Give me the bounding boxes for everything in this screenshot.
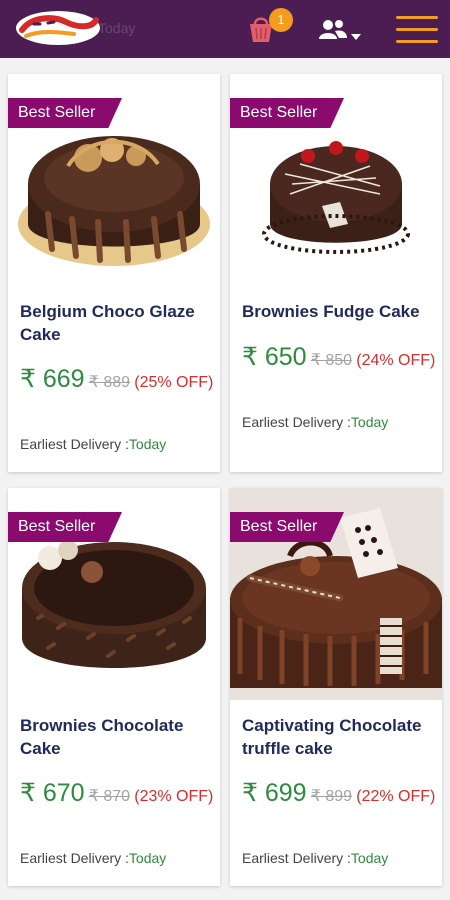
discount-label: (23% OFF): [134, 788, 214, 805]
price-current: ₹ 650: [242, 343, 307, 371]
delivery-label: Earliest Delivery :: [242, 414, 351, 430]
product-card[interactable]: Best Seller Brownies Chocolate Cake ₹ 67…: [8, 488, 220, 886]
best-seller-badge: Best Seller: [230, 98, 344, 128]
app-header: Today 1: [0, 0, 450, 58]
delivery-label: Earliest Delivery :: [20, 436, 129, 452]
delivery-info: Earliest Delivery :Today: [242, 850, 388, 866]
chevron-down-icon[interactable]: [351, 27, 361, 40]
header-ghost-text: Today: [98, 20, 136, 36]
price-block: ₹ 670 ₹ 870 (23% OFF): [20, 776, 216, 814]
cart-count-badge: 1: [269, 8, 293, 32]
delivery-value: Today: [350, 850, 389, 866]
delivery-value: Today: [128, 850, 167, 866]
price-block: ₹ 650 ₹ 850 (24% OFF): [242, 340, 438, 378]
price-original: ₹ 899: [310, 788, 353, 805]
product-name[interactable]: Brownies Fudge Cake: [242, 300, 438, 323]
product-card[interactable]: Best Seller Brownies Fudge Cake ₹ 650 ₹ …: [230, 74, 442, 472]
delivery-label: Earliest Delivery :: [242, 850, 351, 866]
price-current: ₹ 669: [20, 365, 85, 393]
price-current: ₹ 670: [20, 779, 85, 807]
product-card[interactable]: Best Seller Captivating Chocolate truffl…: [230, 488, 442, 886]
price-current: ₹ 699: [242, 779, 307, 807]
users-icon[interactable]: [318, 18, 348, 40]
price-block: ₹ 699 ₹ 899 (22% OFF): [242, 776, 438, 814]
hamburger-menu-icon[interactable]: [396, 16, 438, 44]
best-seller-badge: Best Seller: [230, 512, 344, 542]
brand-logo[interactable]: [14, 8, 102, 48]
product-card[interactable]: Best Seller Belgium Choco Glaze Cake ₹ 6…: [8, 74, 220, 472]
delivery-value: Today: [128, 436, 167, 452]
discount-label: (24% OFF): [356, 352, 436, 369]
delivery-info: Earliest Delivery :Today: [20, 850, 166, 866]
price-original: ₹ 889: [88, 374, 131, 391]
product-name[interactable]: Brownies Chocolate Cake: [20, 714, 216, 760]
product-name[interactable]: Captivating Chocolate truffle cake: [242, 714, 438, 760]
delivery-info: Earliest Delivery :Today: [20, 436, 166, 452]
price-block: ₹ 669 ₹ 889 (25% OFF): [20, 362, 216, 400]
discount-label: (25% OFF): [134, 374, 214, 391]
best-seller-badge: Best Seller: [8, 512, 122, 542]
discount-label: (22% OFF): [356, 788, 436, 805]
best-seller-badge: Best Seller: [8, 98, 122, 128]
product-name[interactable]: Belgium Choco Glaze Cake: [20, 300, 216, 346]
delivery-label: Earliest Delivery :: [20, 850, 129, 866]
delivery-value: Today: [350, 414, 389, 430]
product-grid: Best Seller Belgium Choco Glaze Cake ₹ 6…: [0, 58, 450, 900]
delivery-info: Earliest Delivery :Today: [242, 414, 388, 430]
price-original: ₹ 850: [310, 352, 353, 369]
price-original: ₹ 870: [88, 788, 131, 805]
